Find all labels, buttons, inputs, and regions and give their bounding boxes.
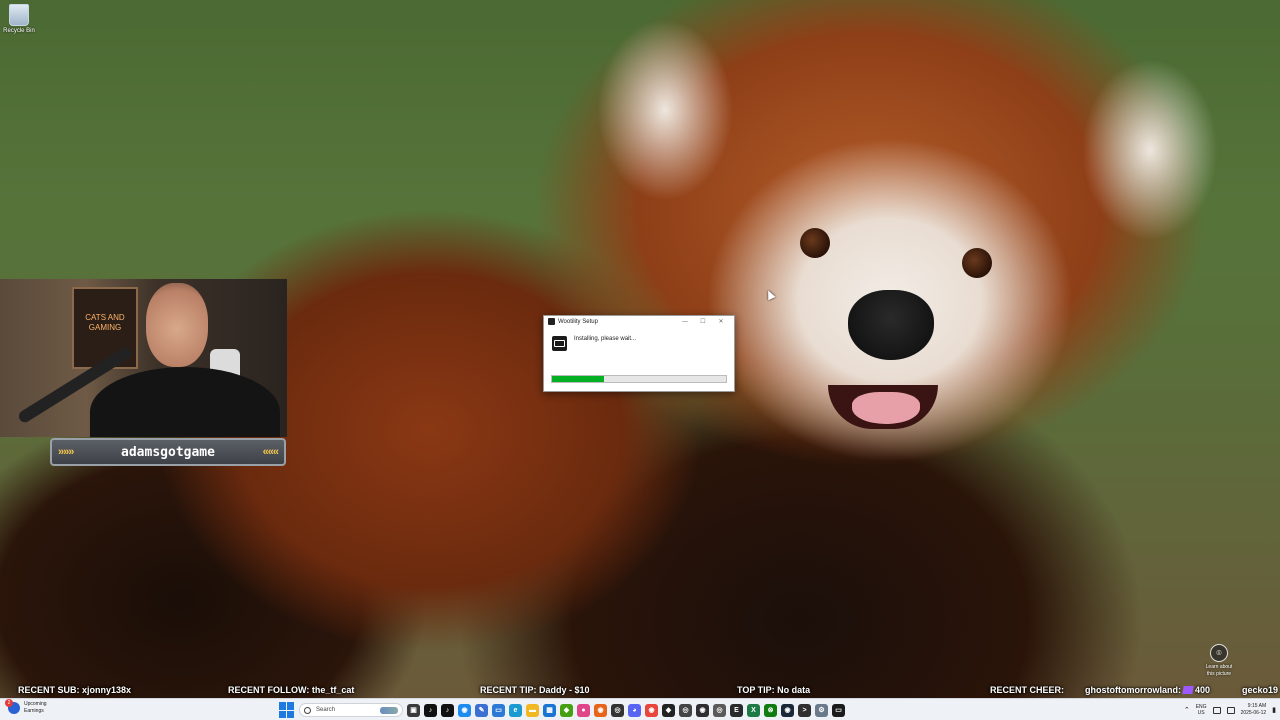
wallpaper-panda-tongue <box>852 392 920 424</box>
ticker-recent-tip: RECENT TIP: Daddy - $10 <box>480 685 590 695</box>
start-button[interactable] <box>279 702 295 718</box>
excel-icon[interactable]: X <box>747 703 760 717</box>
nameplate-chevrons-left: »»» <box>58 446 74 458</box>
search-placeholder: Search <box>316 707 336 713</box>
task-view-icon[interactable]: ▣ <box>407 703 420 717</box>
ticker-recent-sub: RECENT SUB: xjonny138x <box>18 685 132 695</box>
ticker-cheer-amount: 400 <box>1195 685 1211 695</box>
notification-bell-icon[interactable]: ▮ <box>1272 706 1276 714</box>
dialog-titlebar[interactable]: Wootility Setup — ☐ ✕ <box>544 316 734 327</box>
clock-time: 9:15 AM <box>1247 703 1267 709</box>
minimize-button[interactable]: — <box>676 319 694 325</box>
wallpaper-panda-eye-left <box>800 228 830 258</box>
app-dark-icon[interactable]: ◎ <box>611 703 624 717</box>
language-region: US <box>1197 710 1205 716</box>
nameplate-chevrons-right: ««« <box>262 446 279 458</box>
nvidia-icon[interactable]: ◆ <box>560 703 573 717</box>
wallpaper-panda-eye-right <box>962 248 992 278</box>
clock[interactable]: 9:15 AM 2025-06-12 <box>1241 703 1267 717</box>
obs-icon[interactable]: ◉ <box>696 703 709 717</box>
network-icon[interactable] <box>1212 706 1221 714</box>
webcam-person-body <box>90 367 280 437</box>
taskbar-apps: Search ▣ ♪ ♪ ◉ ✎ ▭ e ▬ ▦ ◆ ● ◉ ◎ ◕ ◉ ◆ ◎ ◉ ◎ E X ⊗ ◉ > ⚙ ▭ <box>279 701 845 719</box>
settings-icon[interactable]: ⚙ <box>815 703 828 717</box>
close-button[interactable]: ✕ <box>712 318 730 325</box>
widgets-button[interactable]: 2 Upcoming Earnings <box>5 699 47 715</box>
stocks-widget-icon: 2 <box>5 699 20 714</box>
dialog-body: Installing, please wait... <box>552 336 728 351</box>
streamer-nameplate: »»» adamsgotgame ««« <box>50 438 286 466</box>
search-icon <box>304 706 311 714</box>
ticker-cheer-user: ghostoftomorrowland: <box>1085 685 1181 695</box>
maximize-button[interactable]: ☐ <box>694 318 712 325</box>
terminal-icon[interactable]: > <box>798 703 811 717</box>
setup-dialog[interactable]: Wootility Setup — ☐ ✕ Installing, please… <box>543 315 735 392</box>
taskbar: 2 Upcoming Earnings Search ▣ ♪ ♪ ◉ ✎ ▭ e ▬ ▦ ◆ ● ◉ ◎… <box>0 698 1280 720</box>
desktop-icon-label: Recycle Bin <box>3 28 35 34</box>
wallpaper-panda-nose <box>848 290 934 360</box>
camera-icon: ⌾ <box>1210 644 1228 662</box>
edge-icon[interactable]: e <box>509 703 522 717</box>
epic-games-icon[interactable]: E <box>730 703 743 717</box>
ticker-recent-follow: RECENT FOLLOW: the_tf_cat <box>228 685 355 695</box>
steam-icon[interactable]: ◉ <box>781 703 794 717</box>
recycle-bin-icon <box>9 4 29 26</box>
webcam-overlay: CATS AND GAMING <box>0 279 287 437</box>
dialog-title: Wootility Setup <box>558 318 598 325</box>
learn-about-text-2: this picture <box>1206 671 1232 677</box>
webcam-person-head <box>146 283 208 367</box>
stream-ticker: RECENT SUB: xjonny138x RECENT FOLLOW: th… <box>0 683 1280 697</box>
install-progress-bar <box>551 375 727 383</box>
app-pink-icon[interactable]: ● <box>577 703 590 717</box>
install-status-text: Installing, please wait... <box>574 336 637 342</box>
widget-line-2: Earnings <box>24 708 44 714</box>
clock-date: 2025-06-12 <box>1240 710 1267 716</box>
system-tray: ⌃ ENG US 9:15 AM 2025-06-12 ▮ <box>1184 701 1276 719</box>
file-explorer-icon[interactable]: ▬ <box>526 703 539 717</box>
chrome-icon[interactable]: ◉ <box>645 703 658 717</box>
widget-line-1: Upcoming <box>24 701 47 707</box>
firefox-icon[interactable]: ◉ <box>594 703 607 717</box>
discord-icon[interactable]: ◕ <box>628 703 641 717</box>
keyboard-logo-icon <box>552 336 567 351</box>
bits-gem-icon <box>1182 686 1194 694</box>
install-progress-fill <box>552 376 605 382</box>
app-gray-icon[interactable]: ◎ <box>713 703 726 717</box>
learn-about-picture[interactable]: ⌾ Learn about this picture <box>1198 644 1240 678</box>
app-blue-icon[interactable]: ◉ <box>458 703 471 717</box>
search-highlight-icon <box>380 707 398 714</box>
app-circle-icon[interactable]: ◎ <box>679 703 692 717</box>
wootility-app-icon <box>548 318 555 325</box>
desktop-icon-recycle-bin[interactable]: Recycle Bin <box>3 4 35 34</box>
webcam-poster-text: CATS AND GAMING <box>85 313 125 332</box>
volume-icon[interactable] <box>1226 706 1235 714</box>
language-indicator[interactable]: ENG US <box>1196 704 1207 716</box>
calendar-icon[interactable]: ▦ <box>543 703 556 717</box>
tiktok-live-icon[interactable]: ♪ <box>441 703 454 717</box>
ticker-recent-cheer: RECENT CHEER: <box>990 685 1065 695</box>
taskbar-search[interactable]: Search <box>299 703 403 717</box>
learn-about-text-1: Learn about <box>1205 664 1233 670</box>
notepad-icon[interactable]: ✎ <box>475 703 488 717</box>
tray-overflow-chevron-icon[interactable]: ⌃ <box>1184 706 1190 714</box>
app-black-icon[interactable]: ◆ <box>662 703 675 717</box>
wootility-icon[interactable]: ▭ <box>832 703 845 717</box>
xbox-icon[interactable]: ⊗ <box>764 703 777 717</box>
ticker-cheer-next: gecko19 <box>1242 685 1279 695</box>
ticker-cheer-entry: ghostoftomorrowland: 400 <box>1085 685 1210 695</box>
widget-badge: 2 <box>5 699 13 707</box>
nameplate-username: adamsgotgame <box>121 444 215 460</box>
ticker-top-tip: TOP TIP: No data <box>737 685 811 695</box>
tiktok-icon[interactable]: ♪ <box>424 703 437 717</box>
remote-desktop-icon[interactable]: ▭ <box>492 703 505 717</box>
